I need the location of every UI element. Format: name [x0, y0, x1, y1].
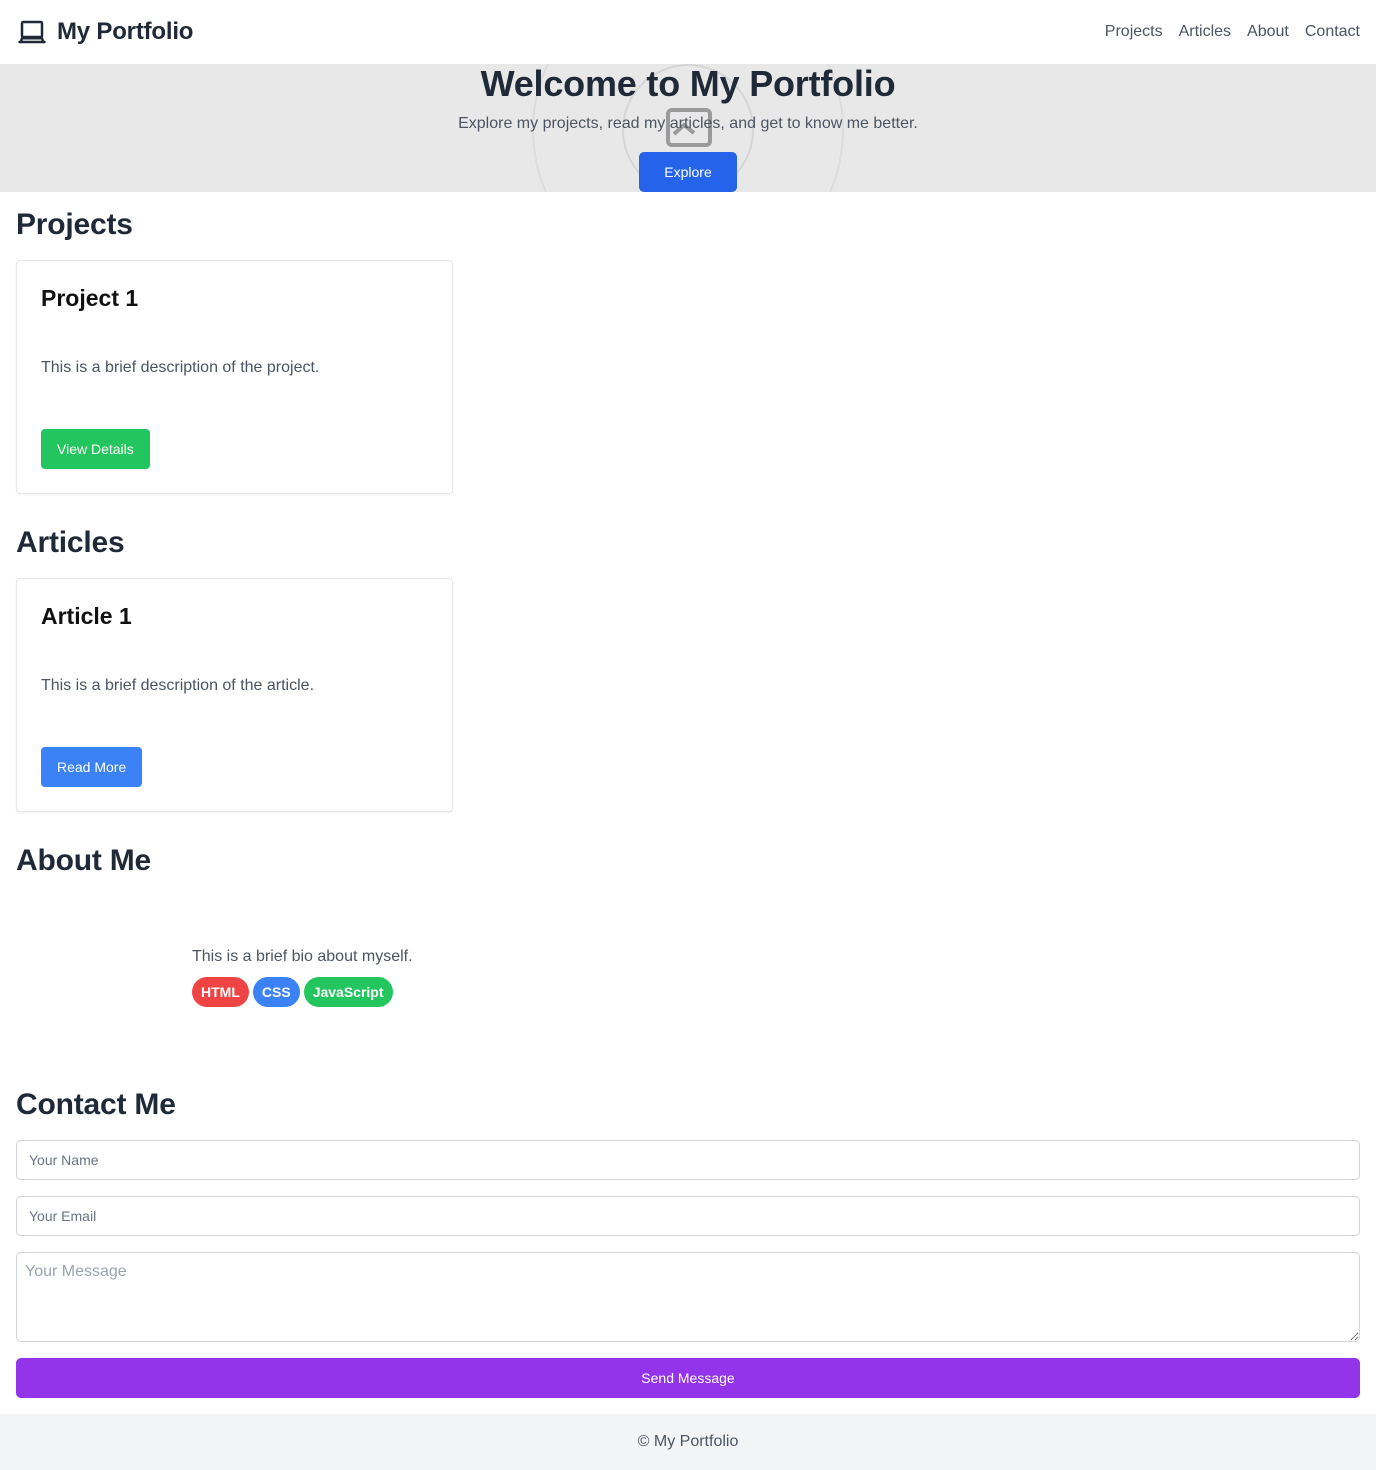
email-input[interactable] — [16, 1196, 1360, 1236]
nav-link-projects[interactable]: Projects — [1105, 21, 1163, 43]
articles-heading: Articles — [16, 526, 125, 559]
article-card: Article 1 This is a brief description of… — [16, 578, 453, 812]
projects-heading: Projects — [16, 208, 133, 241]
footer: © My Portfolio — [0, 1414, 1376, 1470]
hero-subtitle: Explore my projects, read my articles, a… — [458, 115, 918, 132]
skills-list: HTML CSS JavaScript — [192, 977, 393, 1007]
message-textarea[interactable] — [16, 1252, 1360, 1342]
footer-copyright: © My Portfolio — [637, 1433, 739, 1450]
about-heading: About Me — [16, 844, 152, 877]
article-description: This is a brief description of the artic… — [41, 677, 315, 694]
explore-button[interactable]: Explore — [639, 152, 737, 192]
hero-title: Welcome to My Portfolio — [480, 64, 896, 104]
nav-link-about[interactable]: About — [1247, 21, 1289, 43]
project-card: Project 1 This is a brief description of… — [16, 260, 453, 494]
project-title: Project 1 — [41, 285, 139, 311]
article-title: Article 1 — [41, 603, 132, 629]
project-description: This is a brief description of the proje… — [41, 359, 320, 376]
brand[interactable]: My Portfolio — [17, 16, 193, 48]
contact-heading: Contact Me — [16, 1088, 176, 1121]
send-message-button[interactable]: Send Message — [16, 1358, 1360, 1398]
hero-section: Welcome to My Portfolio Explore my proje… — [0, 64, 1376, 192]
laptop-icon — [18, 20, 46, 44]
read-more-button[interactable]: Read More — [41, 747, 143, 787]
skill-badge-html: HTML — [192, 977, 249, 1007]
brand-name: My Portfolio — [57, 18, 194, 45]
about-bio: This is a brief bio about myself. — [192, 948, 413, 965]
nav-link-contact[interactable]: Contact — [1305, 21, 1360, 43]
main-nav: Projects Articles About Contact — [1105, 21, 1360, 43]
nav-link-articles[interactable]: Articles — [1179, 21, 1231, 43]
top-navbar: My Portfolio Projects Articles About Con… — [0, 0, 1376, 64]
view-details-button[interactable]: View Details — [41, 429, 150, 469]
skill-badge-javascript: JavaScript — [303, 977, 393, 1007]
name-input[interactable] — [16, 1140, 1360, 1180]
skill-badge-css: CSS — [252, 977, 300, 1007]
